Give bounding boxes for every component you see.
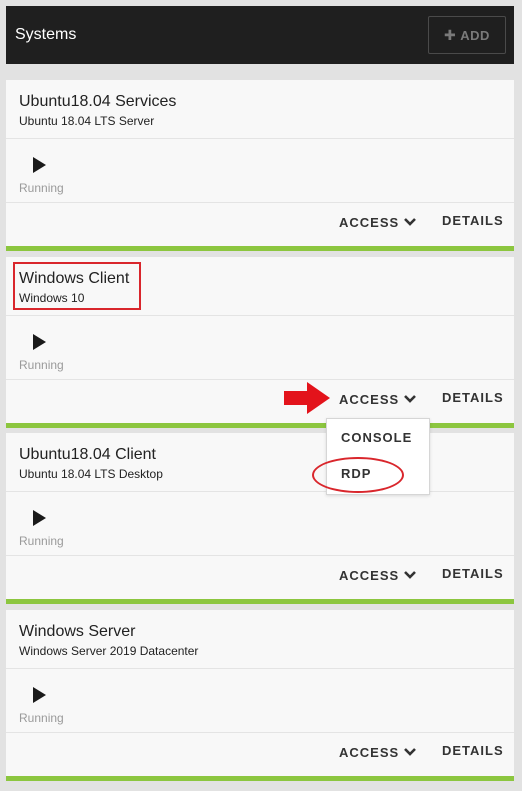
chevron-down-icon — [404, 218, 417, 226]
rdp-highlight-ellipse — [312, 457, 404, 493]
divider — [6, 379, 514, 380]
play-icon[interactable] — [33, 334, 46, 350]
details-button[interactable]: DETAILS — [442, 743, 504, 761]
system-os: Windows Server 2019 Datacenter — [19, 644, 199, 658]
system-card: Ubuntu18.04 Services Ubuntu 18.04 LTS Se… — [6, 80, 514, 251]
system-os: Ubuntu 18.04 LTS Desktop — [19, 467, 163, 481]
menu-item-console[interactable]: CONSOLE — [341, 430, 412, 445]
system-os: Windows 10 — [19, 291, 85, 305]
system-card: Windows Server Windows Server 2019 Datac… — [6, 610, 514, 781]
add-button-label: ADD — [460, 27, 490, 43]
access-label: ACCESS — [339, 391, 400, 407]
access-button[interactable]: ACCESS — [339, 390, 417, 408]
access-button[interactable]: ACCESS — [339, 566, 417, 584]
chevron-down-icon — [404, 571, 417, 579]
divider — [6, 491, 514, 492]
chevron-down-icon — [404, 748, 417, 756]
system-name: Windows Client — [19, 270, 130, 287]
status-text: Running — [19, 181, 64, 195]
divider — [6, 555, 514, 556]
divider — [6, 138, 514, 139]
divider — [6, 732, 514, 733]
chevron-down-icon — [404, 395, 417, 403]
play-icon[interactable] — [33, 157, 46, 173]
details-button[interactable]: DETAILS — [442, 566, 504, 584]
details-button[interactable]: DETAILS — [442, 390, 504, 408]
systems-header: Systems ✚ ADD — [6, 6, 514, 64]
details-button[interactable]: DETAILS — [442, 213, 504, 231]
status-text: Running — [19, 358, 64, 372]
page: Systems ✚ ADD Ubuntu18.04 Services Ubunt… — [0, 0, 522, 791]
system-name: Ubuntu18.04 Services — [19, 93, 177, 110]
access-label: ACCESS — [339, 567, 400, 583]
divider — [6, 668, 514, 669]
access-button[interactable]: ACCESS — [339, 213, 417, 231]
access-button[interactable]: ACCESS — [339, 743, 417, 761]
system-os: Ubuntu 18.04 LTS Server — [19, 114, 155, 128]
plus-icon: ✚ — [444, 26, 457, 43]
access-label: ACCESS — [339, 744, 400, 760]
status-text: Running — [19, 711, 64, 725]
add-button[interactable]: ✚ ADD — [428, 16, 506, 54]
play-icon[interactable] — [33, 687, 46, 703]
red-arrow-annotation — [284, 382, 330, 414]
play-icon[interactable] — [33, 510, 46, 526]
divider — [6, 202, 514, 203]
system-card: Windows Client Windows 10 Running ACCESS… — [6, 257, 514, 428]
page-title: Systems — [15, 26, 77, 43]
system-card: Ubuntu18.04 Client Ubuntu 18.04 LTS Desk… — [6, 433, 514, 604]
divider — [6, 315, 514, 316]
system-name: Windows Server — [19, 623, 136, 640]
status-text: Running — [19, 534, 64, 548]
access-label: ACCESS — [339, 214, 400, 230]
system-name: Ubuntu18.04 Client — [19, 446, 156, 463]
